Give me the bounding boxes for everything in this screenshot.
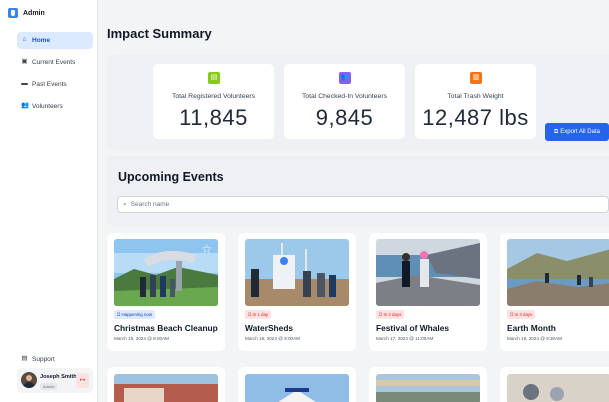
badge-label: In 2 days	[383, 312, 402, 317]
event-photo	[114, 374, 218, 402]
event-date: March 18, 2024 @ 9:30AM	[507, 336, 562, 341]
user-role-badge: Admin	[40, 383, 58, 390]
status-badge: ⟟⟟ Happening now	[114, 310, 156, 319]
trash-icon: ▥	[470, 72, 482, 84]
export-all-data-button[interactable]: ⧉ Export All Data	[545, 123, 609, 141]
badge-label: Happening now	[121, 312, 153, 317]
users-icon: 👥	[339, 72, 351, 84]
badge-label: In 1 day	[252, 312, 269, 317]
event-card[interactable]	[369, 367, 487, 402]
external-link-icon: ⧉	[554, 128, 559, 135]
star-icon[interactable]: ☆	[201, 243, 212, 255]
page-title: Impact Summary	[107, 26, 212, 41]
sidebar-item-past-events[interactable]: ▬ Past Events	[17, 76, 93, 93]
stat-card-checked-in: 👥 Total Checked-In Volunteers 9,845	[284, 64, 405, 139]
logo-icon	[8, 8, 18, 18]
section-title: Upcoming Events	[118, 170, 224, 184]
sidebar-item-label: Past Events	[32, 81, 67, 88]
sidebar-item-label: Home	[32, 37, 51, 44]
sidebar-item-current-events[interactable]: ▣ Current Events	[17, 54, 93, 71]
badge-label: In 3 days	[514, 312, 533, 317]
upcoming-events-panel	[107, 156, 609, 226]
event-name: Festival of Whales	[376, 323, 450, 333]
sidebar-item-volunteers[interactable]: 👥 Volunteers	[17, 98, 93, 115]
sidebar-item-label: Volunteers	[32, 103, 63, 110]
event-name: WaterSheds	[245, 323, 294, 333]
support-icon: ▤	[21, 355, 28, 363]
search-bar: ⌕	[117, 196, 609, 213]
event-photo	[245, 239, 349, 306]
event-card[interactable]	[238, 367, 356, 402]
stat-value: 9,845	[315, 105, 374, 130]
logout-icon: ↦	[79, 377, 86, 384]
event-photo	[376, 239, 480, 306]
event-photo	[507, 239, 609, 306]
user-name: Joseph Smith	[40, 374, 77, 380]
brand: Admin	[8, 8, 45, 18]
event-photo	[245, 374, 349, 402]
event-card[interactable]: ⟟⟟ In 2 days Festival of Whales March 17…	[369, 233, 487, 351]
event-photo: ☆	[114, 239, 218, 306]
export-label: Export All Data	[560, 129, 600, 135]
folder-icon: ▬	[21, 80, 28, 88]
event-date: March 17, 2024 @ 11:00AM	[376, 336, 434, 341]
event-card[interactable]: ⟟⟟ In 1 day WaterSheds March 16, 2024 @ …	[238, 233, 356, 351]
stat-label: Total Checked-In Volunteers	[301, 93, 387, 100]
support-label: Support	[32, 356, 55, 363]
support-link[interactable]: ▤ Support	[21, 355, 55, 363]
event-photo	[507, 374, 609, 402]
event-date: March 15, 2024 @ 8:00AM	[114, 336, 169, 341]
stat-value: 11,845	[179, 105, 248, 130]
status-badge: ⟟⟟ In 1 day	[245, 310, 272, 319]
user-card: Joseph Smith Admin ↦	[17, 368, 93, 393]
sidebar-item-label: Current Events	[32, 59, 76, 66]
event-card[interactable]: ☆ ⟟⟟ Happening now Christmas Beach Clean…	[107, 233, 225, 351]
stat-label: Total Trash Weight	[447, 93, 504, 100]
event-date: March 16, 2024 @ 9:00AM	[245, 336, 300, 341]
sidebar: Admin ⌂ Home ▣ Current Events ▬ Past Eve…	[0, 0, 98, 402]
event-card[interactable]	[107, 367, 225, 402]
logout-button[interactable]: ↦	[76, 373, 89, 388]
event-name: Christmas Beach Cleanup	[114, 323, 218, 333]
impact-summary-panel: ▤ Total Registered Volunteers 11,845 👥 T…	[107, 55, 609, 150]
sidebar-nav: ⌂ Home ▣ Current Events ▬ Past Events 👥 …	[17, 32, 93, 120]
search-input[interactable]	[130, 201, 601, 208]
event-card[interactable]: ⟟⟟ In 3 days Earth Month March 18, 2024 …	[500, 233, 609, 351]
stat-value: 12,487 lbs	[422, 105, 529, 130]
stat-card-trash-weight: ▥ Total Trash Weight 12,487 lbs	[415, 64, 536, 139]
event-name: Earth Month	[507, 323, 556, 333]
status-badge: ⟟⟟ In 3 days	[507, 310, 536, 319]
status-badge: ⟟⟟ In 2 days	[376, 310, 405, 319]
sidebar-item-home[interactable]: ⌂ Home	[17, 32, 93, 49]
stat-card-registered: ▤ Total Registered Volunteers 11,845	[153, 64, 274, 139]
search-icon: ⌕	[123, 200, 127, 208]
avatar	[21, 372, 37, 388]
event-card[interactable]	[500, 367, 609, 402]
users-icon: 👥	[21, 102, 30, 110]
home-icon: ⌂	[22, 36, 27, 44]
event-photo	[376, 374, 480, 402]
brand-name: Admin	[23, 9, 45, 17]
calendar-icon: ▣	[21, 58, 28, 66]
clipboard-icon: ▤	[208, 72, 220, 84]
stat-label: Total Registered Volunteers	[171, 93, 256, 100]
